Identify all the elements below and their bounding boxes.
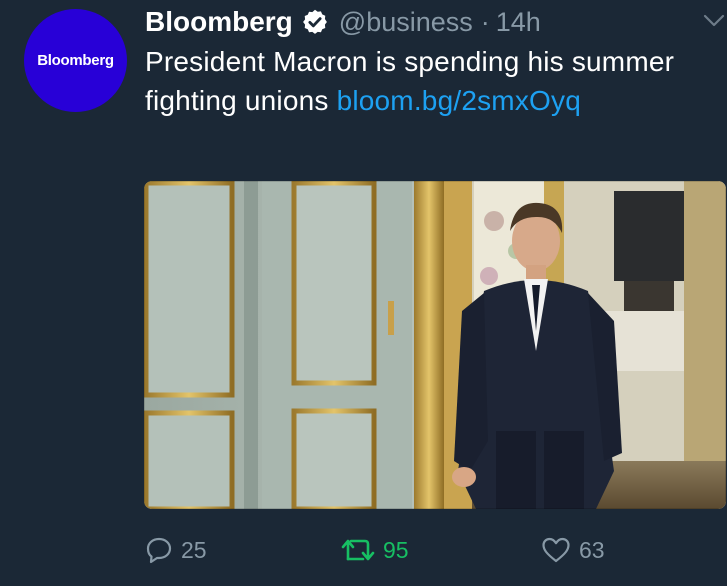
timestamp[interactable]: 14h	[496, 7, 541, 38]
caret-down-icon[interactable]	[703, 14, 725, 28]
tweet-header: Bloomberg @business · 14h	[145, 2, 541, 42]
like-count: 63	[579, 536, 605, 563]
author-name[interactable]: Bloomberg	[145, 6, 293, 38]
avatar[interactable]: Bloomberg	[24, 9, 127, 112]
reply-icon	[146, 537, 172, 564]
like-button[interactable]: 63	[541, 532, 605, 568]
tweet-media-photo[interactable]	[144, 181, 726, 509]
photo-macron-walking	[144, 181, 726, 509]
tweet[interactable]: Bloomberg Bloomberg @business · 14h Pres…	[0, 0, 727, 586]
author-handle[interactable]: @business	[339, 7, 473, 38]
retweet-button[interactable]: 95	[341, 532, 409, 568]
verified-badge-icon	[302, 9, 327, 34]
tweet-link[interactable]: bloom.bg/2smxOyq	[337, 85, 581, 116]
reply-count: 25	[181, 536, 207, 563]
retweet-icon	[341, 539, 375, 561]
separator-dot: ·	[480, 6, 490, 37]
tweet-actions: 25 95 63	[145, 532, 705, 568]
avatar-logo-text: Bloomberg	[37, 52, 114, 69]
tweet-text: President Macron is spending his summer …	[145, 42, 705, 120]
reply-button[interactable]: 25	[145, 532, 207, 568]
retweet-count: 95	[383, 536, 409, 563]
like-icon	[542, 537, 570, 563]
